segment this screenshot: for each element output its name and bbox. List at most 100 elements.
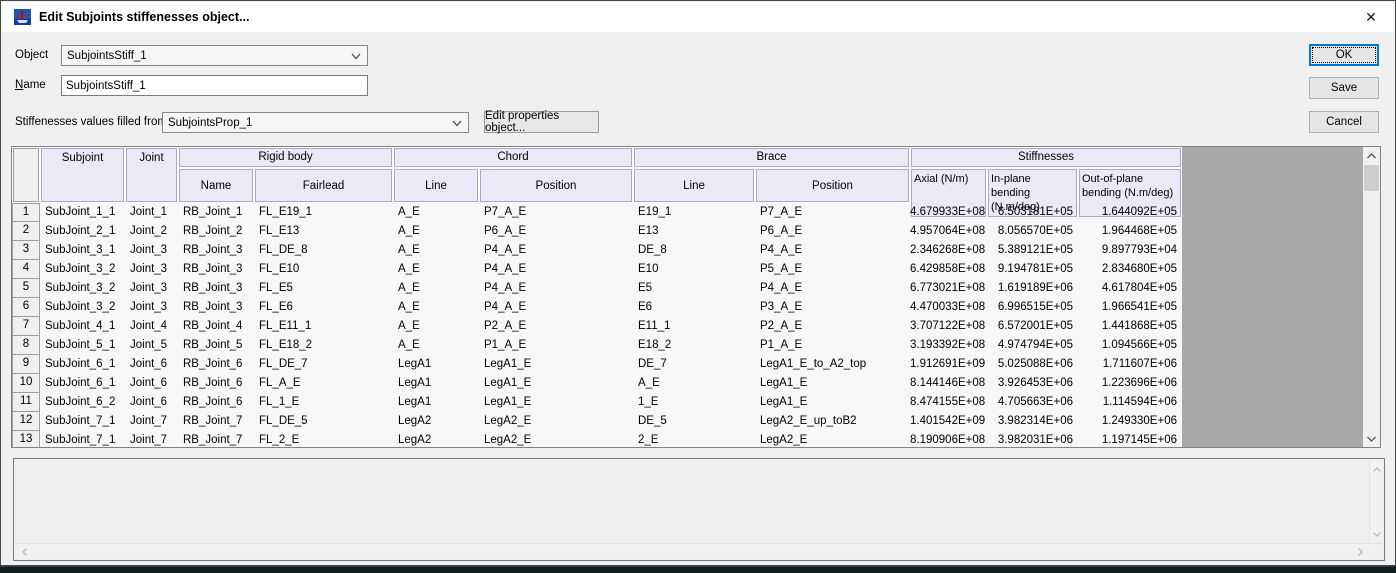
filled-from-combobox[interactable]: SubjointsProp_1 [162, 112, 469, 133]
axial-stiffness-cell[interactable]: 6.773021E+08 [910, 279, 987, 298]
chord-line-cell[interactable]: A_E [393, 241, 479, 260]
subjoint-cell[interactable]: SubJoint_1_1 [40, 203, 125, 222]
chord-position-cell[interactable]: P4_A_E [479, 279, 633, 298]
panel-horizontal-scrollbar[interactable] [15, 543, 1383, 559]
rigid-body-name-cell[interactable]: RB_Joint_5 [178, 336, 254, 355]
brace-line-cell[interactable]: 2_E [633, 431, 755, 447]
panel-vertical-scrollbar[interactable] [1369, 460, 1383, 543]
brace-position-cell[interactable]: P3_A_E [755, 298, 910, 317]
fairlead-cell[interactable]: FL_1_E [254, 393, 393, 412]
row-number-cell[interactable]: 8 [12, 336, 40, 355]
axial-stiffness-cell[interactable]: 4.470033E+08 [910, 298, 987, 317]
chord-line-cell[interactable]: A_E [393, 279, 479, 298]
inplane-bending-cell[interactable]: 6.503181E+05 [987, 203, 1078, 222]
table-row[interactable]: 10 SubJoint_6_1 Joint_6 RB_Joint_6 FL_A_… [12, 374, 1182, 393]
table-row[interactable]: 8 SubJoint_5_1 Joint_5 RB_Joint_5 FL_E18… [12, 336, 1182, 355]
table-row[interactable]: 12 SubJoint_7_1 Joint_7 RB_Joint_7 FL_DE… [12, 412, 1182, 431]
ok-button[interactable]: OK [1309, 44, 1379, 66]
fairlead-cell[interactable]: FL_E13 [254, 222, 393, 241]
cancel-button[interactable]: Cancel [1309, 111, 1379, 133]
brace-position-cell[interactable]: LegA1_E_to_A2_top [755, 355, 910, 374]
table-row[interactable]: 3 SubJoint_3_1 Joint_3 RB_Joint_3 FL_DE_… [12, 241, 1182, 260]
chord-position-cell[interactable]: P4_A_E [479, 298, 633, 317]
row-number-cell[interactable]: 6 [12, 298, 40, 317]
table-row[interactable]: 5 SubJoint_3_2 Joint_3 RB_Joint_3 FL_E5 … [12, 279, 1182, 298]
inplane-bending-cell[interactable]: 4.974794E+05 [987, 336, 1078, 355]
close-icon[interactable]: ✕ [1348, 2, 1394, 32]
joint-cell[interactable]: Joint_6 [125, 374, 178, 393]
edit-properties-button[interactable]: Edit properties object... [484, 111, 599, 133]
brace-position-cell[interactable]: P4_A_E [755, 279, 910, 298]
object-combobox[interactable]: SubjointsStiff_1 [61, 45, 368, 66]
brace-line-cell[interactable]: 1_E [633, 393, 755, 412]
brace-position-cell[interactable]: P1_A_E [755, 336, 910, 355]
brace-line-cell[interactable]: E6 [633, 298, 755, 317]
axial-stiffness-cell[interactable]: 4.679933E+08 [910, 203, 987, 222]
inplane-bending-cell[interactable]: 4.705663E+06 [987, 393, 1078, 412]
inplane-bending-cell[interactable]: 1.619189E+06 [987, 279, 1078, 298]
subjoint-cell[interactable]: SubJoint_6_1 [40, 374, 125, 393]
subjoint-cell[interactable]: SubJoint_7_1 [40, 431, 125, 447]
brace-position-cell[interactable]: LegA2_E [755, 431, 910, 447]
outplane-bending-cell[interactable]: 1.441868E+05 [1078, 317, 1182, 336]
rigid-body-name-cell[interactable]: RB_Joint_3 [178, 260, 254, 279]
name-input[interactable] [61, 75, 368, 96]
brace-line-cell[interactable]: E19_1 [633, 203, 755, 222]
outplane-bending-cell[interactable]: 1.249330E+06 [1078, 412, 1182, 431]
joint-cell[interactable]: Joint_4 [125, 317, 178, 336]
brace-position-cell[interactable]: P6_A_E [755, 222, 910, 241]
axial-stiffness-cell[interactable]: 8.190906E+08 [910, 431, 987, 447]
chord-position-cell[interactable]: LegA2_E [479, 412, 633, 431]
chord-line-cell[interactable]: A_E [393, 222, 479, 241]
notes-panel[interactable] [13, 458, 1385, 561]
joint-cell[interactable]: Joint_1 [125, 203, 178, 222]
axial-stiffness-cell[interactable]: 3.707122E+08 [910, 317, 987, 336]
row-number-cell[interactable]: 9 [12, 355, 40, 374]
scroll-up-icon[interactable] [1363, 147, 1380, 164]
subjoint-cell[interactable]: SubJoint_3_2 [40, 279, 125, 298]
chord-position-cell[interactable]: P4_A_E [479, 241, 633, 260]
axial-stiffness-cell[interactable]: 4.957064E+08 [910, 222, 987, 241]
outplane-bending-cell[interactable]: 1.964468E+05 [1078, 222, 1182, 241]
chord-line-cell[interactable]: A_E [393, 260, 479, 279]
brace-position-cell[interactable]: P2_A_E [755, 317, 910, 336]
table-row[interactable]: 9 SubJoint_6_1 Joint_6 RB_Joint_6 FL_DE_… [12, 355, 1182, 374]
rigid-body-name-cell[interactable]: RB_Joint_3 [178, 298, 254, 317]
rigid-body-name-cell[interactable]: RB_Joint_3 [178, 279, 254, 298]
table-row[interactable]: 4 SubJoint_3_2 Joint_3 RB_Joint_3 FL_E10… [12, 260, 1182, 279]
axial-stiffness-cell[interactable]: 8.144146E+08 [910, 374, 987, 393]
chord-position-cell[interactable]: LegA2_E [479, 431, 633, 447]
brace-position-cell[interactable]: P5_A_E [755, 260, 910, 279]
brace-line-cell[interactable]: E11_1 [633, 317, 755, 336]
subjoint-cell[interactable]: SubJoint_6_2 [40, 393, 125, 412]
chord-position-cell[interactable]: P2_A_E [479, 317, 633, 336]
rigid-body-name-cell[interactable]: RB_Joint_4 [178, 317, 254, 336]
scroll-down-icon[interactable] [1370, 527, 1384, 541]
axial-stiffness-cell[interactable]: 1.912691E+09 [910, 355, 987, 374]
brace-line-cell[interactable]: DE_8 [633, 241, 755, 260]
outplane-bending-cell[interactable]: 1.966541E+05 [1078, 298, 1182, 317]
inplane-bending-cell[interactable]: 6.996515E+05 [987, 298, 1078, 317]
joint-cell[interactable]: Joint_6 [125, 355, 178, 374]
joint-cell[interactable]: Joint_7 [125, 412, 178, 431]
row-number-cell[interactable]: 7 [12, 317, 40, 336]
fairlead-cell[interactable]: FL_E19_1 [254, 203, 393, 222]
row-number-cell[interactable]: 13 [12, 431, 40, 447]
rigid-body-name-cell[interactable]: RB_Joint_3 [178, 241, 254, 260]
axial-stiffness-cell[interactable]: 3.193392E+08 [910, 336, 987, 355]
inplane-bending-cell[interactable]: 8.056570E+05 [987, 222, 1078, 241]
fairlead-cell[interactable]: FL_E5 [254, 279, 393, 298]
joint-cell[interactable]: Joint_3 [125, 279, 178, 298]
brace-line-cell[interactable]: E13 [633, 222, 755, 241]
brace-position-cell[interactable]: P4_A_E [755, 241, 910, 260]
rigid-body-name-cell[interactable]: RB_Joint_2 [178, 222, 254, 241]
scroll-left-icon[interactable] [17, 544, 31, 560]
rigid-body-name-cell[interactable]: RB_Joint_6 [178, 393, 254, 412]
outplane-bending-cell[interactable]: 1.114594E+06 [1078, 393, 1182, 412]
rigid-body-name-cell[interactable]: RB_Joint_7 [178, 431, 254, 447]
axial-stiffness-cell[interactable]: 6.429858E+08 [910, 260, 987, 279]
table-row[interactable]: 2 SubJoint_2_1 Joint_2 RB_Joint_2 FL_E13… [12, 222, 1182, 241]
chord-line-cell[interactable]: LegA2 [393, 431, 479, 447]
chord-position-cell[interactable]: P6_A_E [479, 222, 633, 241]
inplane-bending-cell[interactable]: 5.025088E+06 [987, 355, 1078, 374]
